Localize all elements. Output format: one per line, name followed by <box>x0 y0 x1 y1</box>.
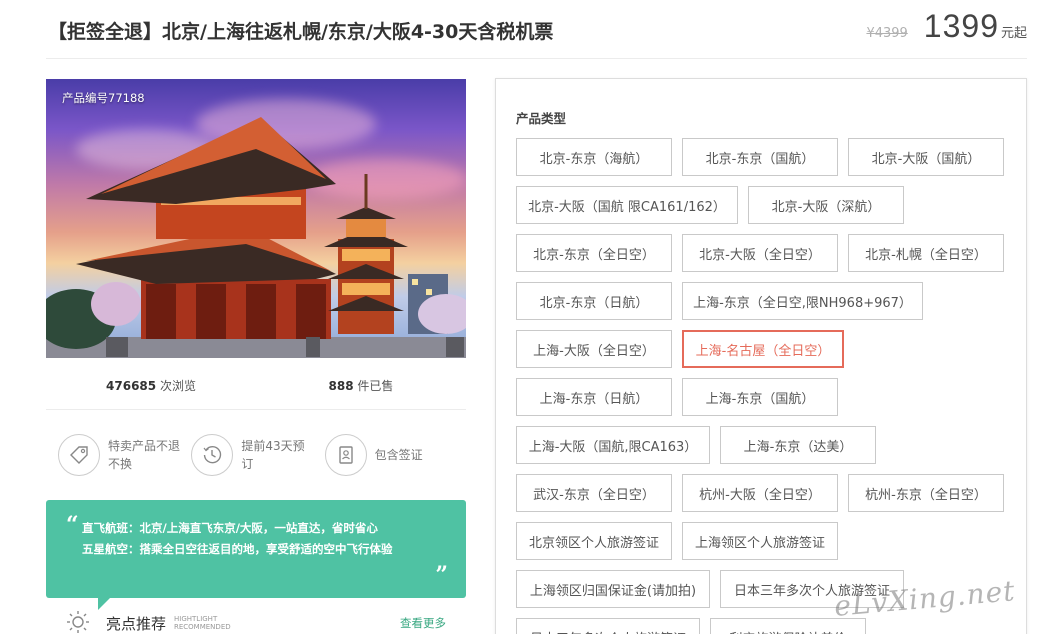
product-type-panel: 产品类型 北京-东京（海航） 北京-东京（国航） 北京-大阪（国航） 北京-大阪… <box>495 78 1027 634</box>
option-button[interactable]: 北京-东京（国航） <box>682 138 838 176</box>
current-price: 1399 <box>923 8 999 44</box>
recommend-box: “ 直飞航班：北京/上海直飞东京/大阪，一站直达，省时省心 五星航空：搭乘全日空… <box>46 500 466 610</box>
product-type-label: 产品类型 <box>516 111 567 126</box>
view-more-link[interactable]: 查看更多 <box>400 615 446 631</box>
option-button[interactable]: 北京-大阪（国航） <box>848 138 1004 176</box>
product-photo: 产品编号77188 <box>46 79 466 358</box>
product-code: 产品编号77188 <box>62 91 145 105</box>
tag-icon <box>58 434 100 476</box>
option-button[interactable]: 上海-东京（达美） <box>720 426 876 464</box>
option-button[interactable]: 上海-大阪（国航,限CA163） <box>516 426 710 464</box>
feature-advance-booking: 提前43天预订 <box>191 434 324 476</box>
option-button[interactable]: 上海-东京（国航） <box>682 378 838 416</box>
option-button[interactable]: 北京-札幌（全日空） <box>848 234 1004 272</box>
option-button[interactable]: 北京-大阪（深航） <box>748 186 904 224</box>
highlight-en-line1: HIGHTLIGHT <box>174 615 218 623</box>
highlight-subtitle: HIGHTLIGHT RECOMMENDED <box>174 615 231 631</box>
sold-label: 件已售 <box>353 379 394 393</box>
option-button[interactable]: 杭州-东京（全日空） <box>848 474 1004 512</box>
clock-icon <box>191 434 234 476</box>
option-button[interactable]: 上海-东京（日航） <box>516 378 672 416</box>
recommend-line-airline: 五星航空：搭乘全日空往返目的地，享受舒适的空中飞行体验 <box>82 542 393 556</box>
option-button[interactable]: 北京-东京（日航） <box>516 282 672 320</box>
stats-divider <box>46 409 466 410</box>
option-button[interactable]: 上海-东京（全日空,限NH968+967） <box>682 282 923 320</box>
price-block: ¥4399 1399 元起 <box>866 8 1027 45</box>
highlight-header: 亮点推荐 HIGHTLIGHT RECOMMENDED 查看更多 <box>66 610 452 634</box>
option-button[interactable]: 日本五年多次个人旅游签证 <box>516 618 700 634</box>
feature-no-refund: 特卖产品不退不换 <box>58 434 191 476</box>
sold-count: 888 <box>328 379 354 393</box>
feature-text: 特卖产品不退不换 <box>108 439 181 471</box>
sold-stat: 888 件已售 <box>256 377 466 394</box>
option-button[interactable]: 杭州-大阪（全日空） <box>682 474 838 512</box>
option-button[interactable]: 北京-大阪（全日空） <box>682 234 838 272</box>
option-button[interactable]: 武汉-东京（全日空） <box>516 474 672 512</box>
header-divider <box>46 58 1027 59</box>
feature-text: 包含签证 <box>374 448 423 462</box>
option-button[interactable]: 上海领区归国保证金(请加拍) <box>516 570 710 608</box>
option-button[interactable]: 北京-东京（海航） <box>516 138 672 176</box>
passport-icon <box>324 434 367 476</box>
sun-icon <box>67 611 89 633</box>
option-button[interactable]: 上海领区个人旅游签证 <box>682 522 838 560</box>
price-unit: 元起 <box>1000 26 1027 41</box>
option-button[interactable]: 北京-大阪（国航 限CA161/162） <box>516 186 738 224</box>
temple-illustration <box>46 117 466 358</box>
bubble-tail <box>98 598 110 610</box>
recommend-line-direct: 直飞航班：北京/上海直飞东京/大阪，一站直达，省时省心 <box>82 521 378 535</box>
feature-visa: 包含签证 <box>324 434 458 476</box>
views-count: 476685 <box>106 379 157 393</box>
quote-open-icon: “ <box>66 512 79 538</box>
option-button[interactable]: 北京-东京（全日空） <box>516 234 672 272</box>
feature-text: 提前43天预订 <box>241 439 305 471</box>
option-button[interactable]: 上海-大阪（全日空） <box>516 330 672 368</box>
views-label: 次浏览 <box>156 379 196 393</box>
original-price: ¥4399 <box>866 26 908 41</box>
feature-list: 特卖产品不退不换 提前43天预订 包含签证 <box>58 434 458 476</box>
option-button-selected[interactable]: 上海-名古屋（全日空） <box>682 330 844 368</box>
product-stats: 476685 次浏览 888 件已售 <box>46 377 466 394</box>
highlight-en-line2: RECOMMENDED <box>174 623 231 631</box>
views-stat: 476685 次浏览 <box>46 377 256 394</box>
quote-close-icon: ” <box>435 562 448 588</box>
option-button[interactable]: 北京领区个人旅游签证 <box>516 522 672 560</box>
highlight-title: 亮点推荐 <box>106 615 167 633</box>
page-title: 【拒签全退】北京/上海往返札幌/东京/大阪4-30天含税机票 <box>48 21 554 43</box>
